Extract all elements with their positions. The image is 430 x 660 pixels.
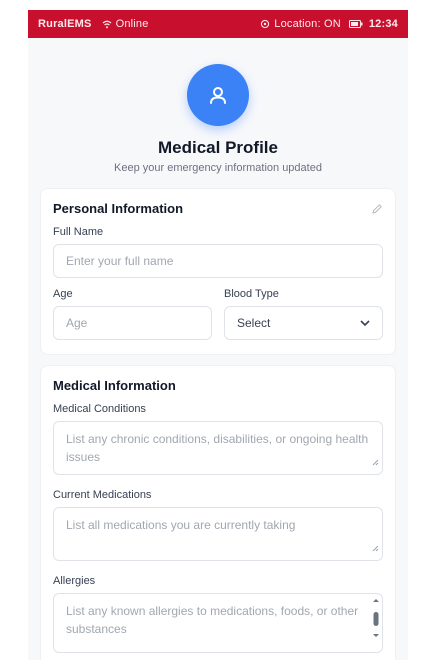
conditions-placeholder: List any chronic conditions, disabilitie…: [66, 432, 369, 464]
clock: 12:34: [368, 18, 398, 30]
full-name-placeholder: Enter your full name: [66, 254, 174, 268]
app-name: RuralEMS: [38, 18, 92, 30]
allergies-label: Allergies: [53, 575, 96, 587]
network-status: Online: [102, 18, 149, 30]
location-status: Location: ON: [260, 18, 341, 30]
section-title-personal: Personal Information: [53, 201, 184, 216]
conditions-textarea[interactable]: List any chronic conditions, disabilitie…: [53, 421, 383, 475]
edit-icon[interactable]: [371, 203, 383, 215]
location-label: Location: ON: [274, 18, 341, 30]
page-title: Medical Profile: [158, 138, 278, 157]
full-name-input[interactable]: Enter your full name: [53, 244, 383, 278]
blood-type-label: Blood Type: [224, 288, 279, 300]
network-label: Online: [115, 18, 149, 30]
allergies-placeholder: List any known allergies to medications,…: [66, 604, 359, 636]
status-bar: RuralEMS Online Location: ON 12:34: [28, 10, 408, 38]
resize-handle-icon[interactable]: [372, 453, 379, 471]
wifi-icon: [102, 20, 112, 29]
resize-handle-icon[interactable]: [372, 539, 379, 557]
personal-info-card: Personal Information Full Name Enter you…: [40, 188, 396, 355]
user-icon: [207, 84, 229, 106]
location-icon: [260, 19, 270, 29]
page-subtitle: Keep your emergency information updated: [114, 162, 322, 174]
allergies-textarea[interactable]: List any known allergies to medications,…: [53, 593, 383, 653]
scrollbar[interactable]: [372, 598, 380, 648]
full-name-label: Full Name: [53, 226, 104, 238]
battery-icon: [348, 20, 363, 28]
section-title-medical: Medical Information: [53, 378, 176, 393]
medical-info-card: Medical Information Medical Conditions L…: [40, 365, 396, 660]
blood-type-select[interactable]: Select: [224, 306, 383, 340]
avatar: [187, 64, 249, 126]
age-input[interactable]: Age: [53, 306, 212, 340]
chevron-down-icon: [360, 320, 370, 326]
battery-time: 12:34: [348, 18, 398, 30]
medications-textarea[interactable]: List all medications you are currently t…: [53, 507, 383, 561]
medications-placeholder: List all medications you are currently t…: [66, 518, 296, 532]
profile-header: Medical Profile Keep your emergency info…: [28, 38, 408, 174]
blood-type-value: Select: [237, 316, 271, 330]
age-placeholder: Age: [66, 316, 88, 330]
app-screen: RuralEMS Online Location: ON 12:34 Medic…: [28, 10, 408, 660]
age-label: Age: [53, 288, 73, 300]
conditions-label: Medical Conditions: [53, 403, 146, 415]
medications-label: Current Medications: [53, 489, 152, 501]
